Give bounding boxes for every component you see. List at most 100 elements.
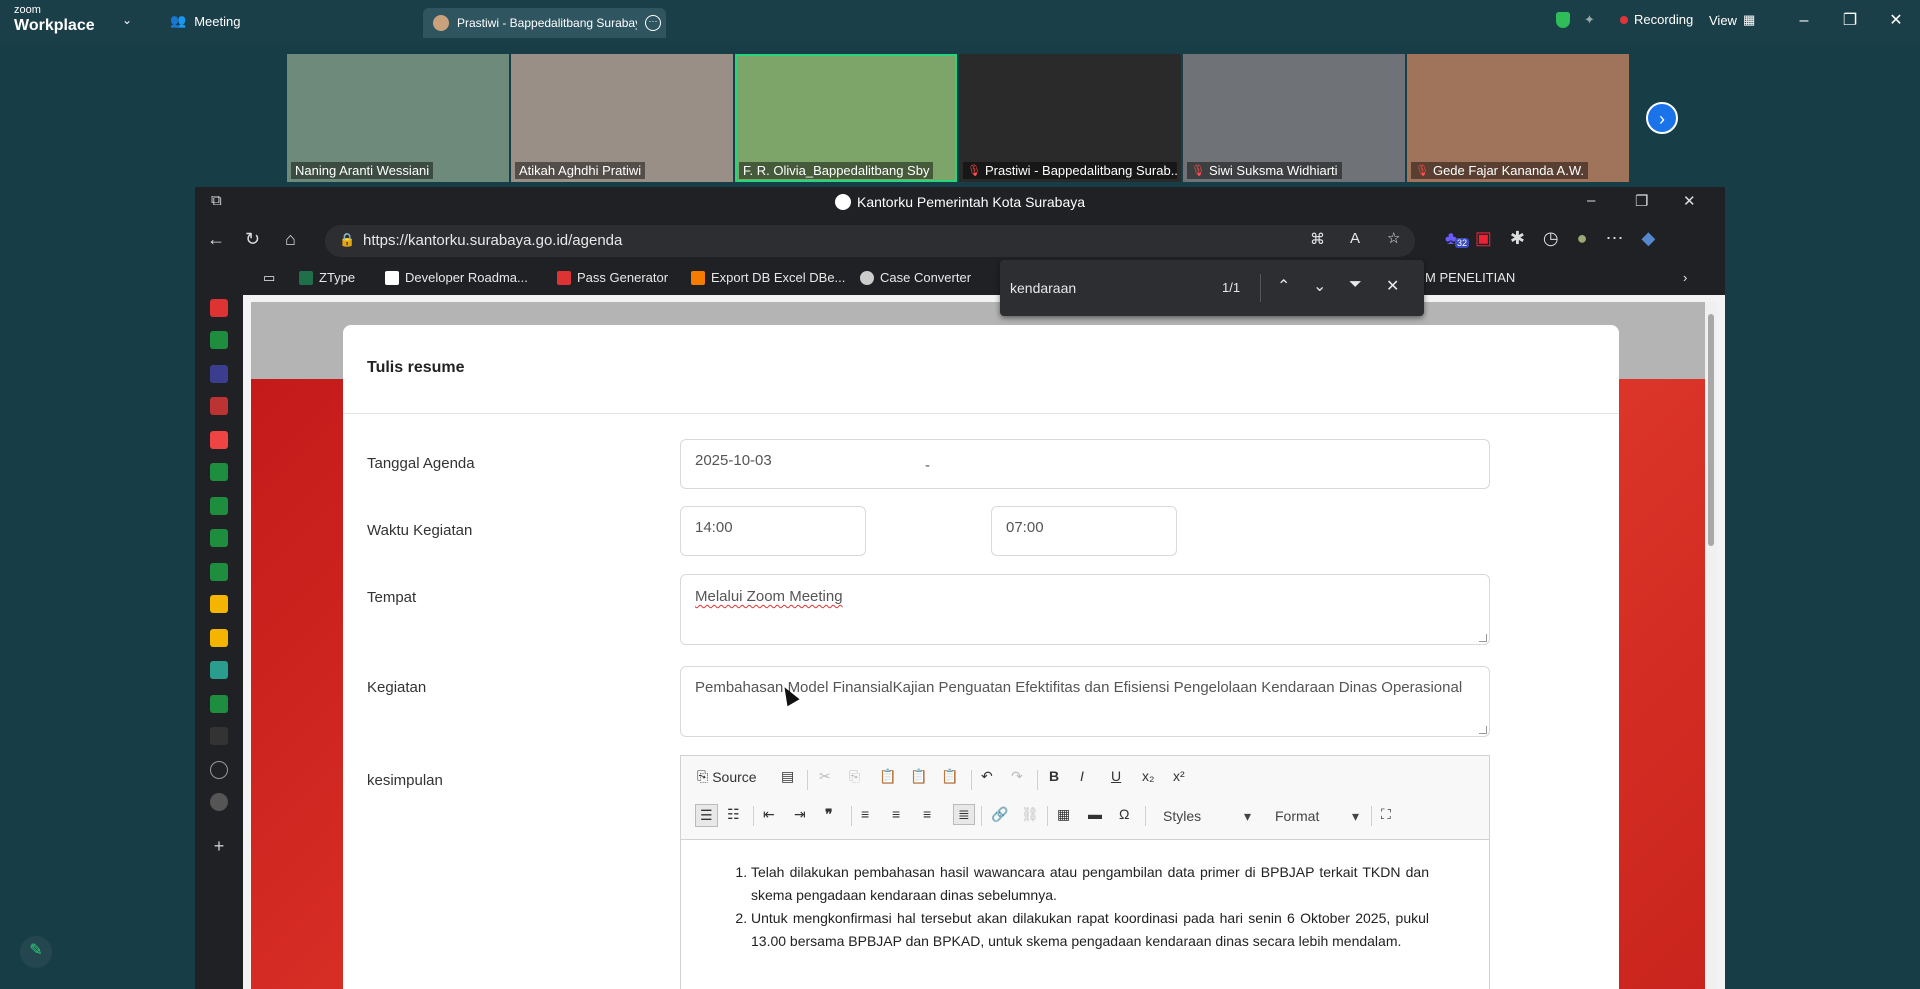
ai-companion[interactable]: ✦ [1584,12,1595,28]
paste-word-icon[interactable]: 📋 [941,768,958,785]
copilot-icon[interactable]: ◆ [1642,228,1656,249]
align-left-icon[interactable]: ≡ [861,806,869,822]
drive-icon[interactable] [210,595,228,613]
kantorku-icon[interactable] [210,793,228,811]
bookmark-pass-generator[interactable]: Pass Generator [557,270,668,285]
favorite-star-icon[interactable]: ☆ [1387,229,1400,247]
styles-dropdown[interactable]: Styles ▾ [1157,804,1257,828]
chevron-down-icon[interactable]: ⌄ [122,13,132,27]
globe-icon[interactable] [210,761,228,779]
profile-avatar-icon[interactable]: ● [1577,228,1588,249]
security-status[interactable] [1556,12,1570,28]
source-button[interactable]: ⎘ Source [697,768,757,785]
more-icon[interactable]: ··· [645,15,661,31]
sheets-icon[interactable] [210,463,228,481]
back-icon[interactable]: ← [207,229,225,250]
pdf-extension-icon[interactable]: ▣ [1475,228,1492,249]
sheets-icon[interactable] [210,563,228,581]
puzzle-icon[interactable]: ✱ [1510,228,1525,249]
drive-icon[interactable] [210,629,228,647]
restore-button[interactable]: ❐ [1838,10,1862,34]
gmail-icon[interactable] [210,431,228,449]
find-input[interactable]: kendaraan [1010,280,1076,296]
next-page-button[interactable]: › [1646,102,1678,134]
bookmarks-more-icon[interactable]: › [1683,270,1687,285]
app-icon[interactable] [210,397,228,415]
browser-close-button[interactable]: ✕ [1683,192,1696,210]
undo-icon[interactable]: ↶ [981,768,993,785]
format-dropdown[interactable]: Format ▾ [1269,804,1365,828]
close-button[interactable]: ✕ [1884,10,1908,34]
resize-handle[interactable] [1479,726,1487,734]
paste-icon[interactable]: 📋 [879,768,896,785]
url-field[interactable]: 🔒 https://kantorku.surabaya.go.id/agenda… [325,225,1415,257]
justify-icon[interactable]: ≣ [953,804,975,825]
recording-indicator[interactable]: Recording [1620,12,1693,27]
bookmark-ztype[interactable]: ZType [299,270,355,285]
view-button[interactable]: View ▦ [1709,12,1755,28]
pdf-button[interactable]: ▤ [781,768,794,785]
participant-tile[interactable]: 🎙 Siwi Suksma Widhiarti [1183,54,1405,182]
browser-restore-button[interactable]: ❐ [1635,192,1648,210]
reading-list-icon[interactable]: ▭ [263,270,275,286]
read-aloud-icon[interactable]: A [1350,230,1360,247]
sheets-icon[interactable] [210,497,228,515]
italic-icon[interactable]: I [1080,768,1084,784]
scrollbar-thumb[interactable] [1708,314,1714,546]
align-center-icon[interactable]: ≡ [892,806,900,822]
add-icon[interactable]: + [210,837,228,855]
waktu-selesai-field[interactable]: 07:00 [991,506,1177,556]
bookmark-developer-roadmap[interactable]: Developer Roadma... [385,270,528,285]
sheets-icon[interactable] [210,331,228,349]
blockquote-icon[interactable]: ❞ [825,806,833,823]
page-scrollbar[interactable] [1705,302,1717,989]
align-right-icon[interactable]: ≡ [923,806,931,822]
participant-tile[interactable]: Atikah Aghdhi Pratiwi [511,54,733,182]
underline-icon[interactable]: U [1111,768,1121,784]
translate-icon[interactable]: ⌘ [1310,230,1325,248]
horizontal-line-icon[interactable]: ▬ [1088,806,1102,822]
pdf-app-icon[interactable] [210,299,228,317]
sheets-icon[interactable] [210,695,228,713]
copy-icon[interactable]: ⎘ [849,768,860,785]
outdent-icon[interactable]: ⇤ [763,806,775,823]
meeting-tab[interactable]: 👥 Meeting [170,13,240,29]
zoom-logo[interactable]: zoom Workplace [14,5,95,34]
sheets-icon[interactable] [210,529,228,547]
tanggal-agenda-field[interactable]: 2025-10-03 [680,439,1490,489]
extension-badge-icon[interactable]: ♣ 32 [1445,228,1470,249]
app-icon[interactable] [210,365,228,383]
annotate-pencil-button[interactable]: ✎ [20,936,52,968]
bookmark-penelitian[interactable]: M PENELITIAN [1425,270,1515,285]
filter-icon[interactable]: ⏷ [1349,276,1362,294]
minimize-button[interactable]: – [1792,10,1816,34]
indent-icon[interactable]: ⇥ [794,806,806,823]
home-icon[interactable]: ⌂ [285,229,296,250]
unlink-icon[interactable]: ⛓ [1021,806,1039,823]
search-icon[interactable] [210,727,228,745]
share-tab[interactable]: Prastiwi - Bappedalitbang Surabaya ··· [423,8,666,38]
subscript-icon[interactable]: x₂ [1142,768,1154,784]
table-icon[interactable]: ▦ [1057,806,1070,823]
link-icon[interactable]: 🔗 [991,806,1008,823]
participant-tile[interactable]: 🎙 Prastiwi - Bappedalitbang Surab... [959,54,1181,182]
refresh-icon[interactable]: ↻ [245,229,260,250]
cut-icon[interactable]: ✂ [819,768,831,785]
bulleted-list-icon[interactable]: ☷ [727,806,740,823]
editor-content[interactable]: Telah dilakukan pembahasan hasil wawanca… [681,840,1489,953]
bookmark-export-db[interactable]: Export DB Excel DBe... [691,270,845,285]
app-icon[interactable] [210,661,228,679]
close-find-icon[interactable]: ✕ [1386,276,1399,296]
participant-tile[interactable]: Naning Aranti Wessiani [287,54,509,182]
superscript-icon[interactable]: x² [1173,768,1185,784]
kegiatan-field[interactable]: Pembahasan Model FinansialKajian Penguat… [680,666,1490,737]
paste-text-icon[interactable]: 📋 [910,768,927,785]
participant-tile[interactable]: F. R. Olivia_Bappedalitbang Sby [735,54,957,182]
more-options-icon[interactable]: ⋯ [1606,228,1624,249]
browser-minimize-button[interactable]: – [1587,192,1595,209]
maximize-icon[interactable]: ⛶ [1381,806,1391,823]
numbered-list-icon[interactable]: ☰ [695,804,718,827]
previous-match-icon[interactable]: ⌃ [1277,276,1290,296]
special-char-icon[interactable]: Ω [1119,806,1129,822]
bold-icon[interactable]: B [1049,768,1059,784]
